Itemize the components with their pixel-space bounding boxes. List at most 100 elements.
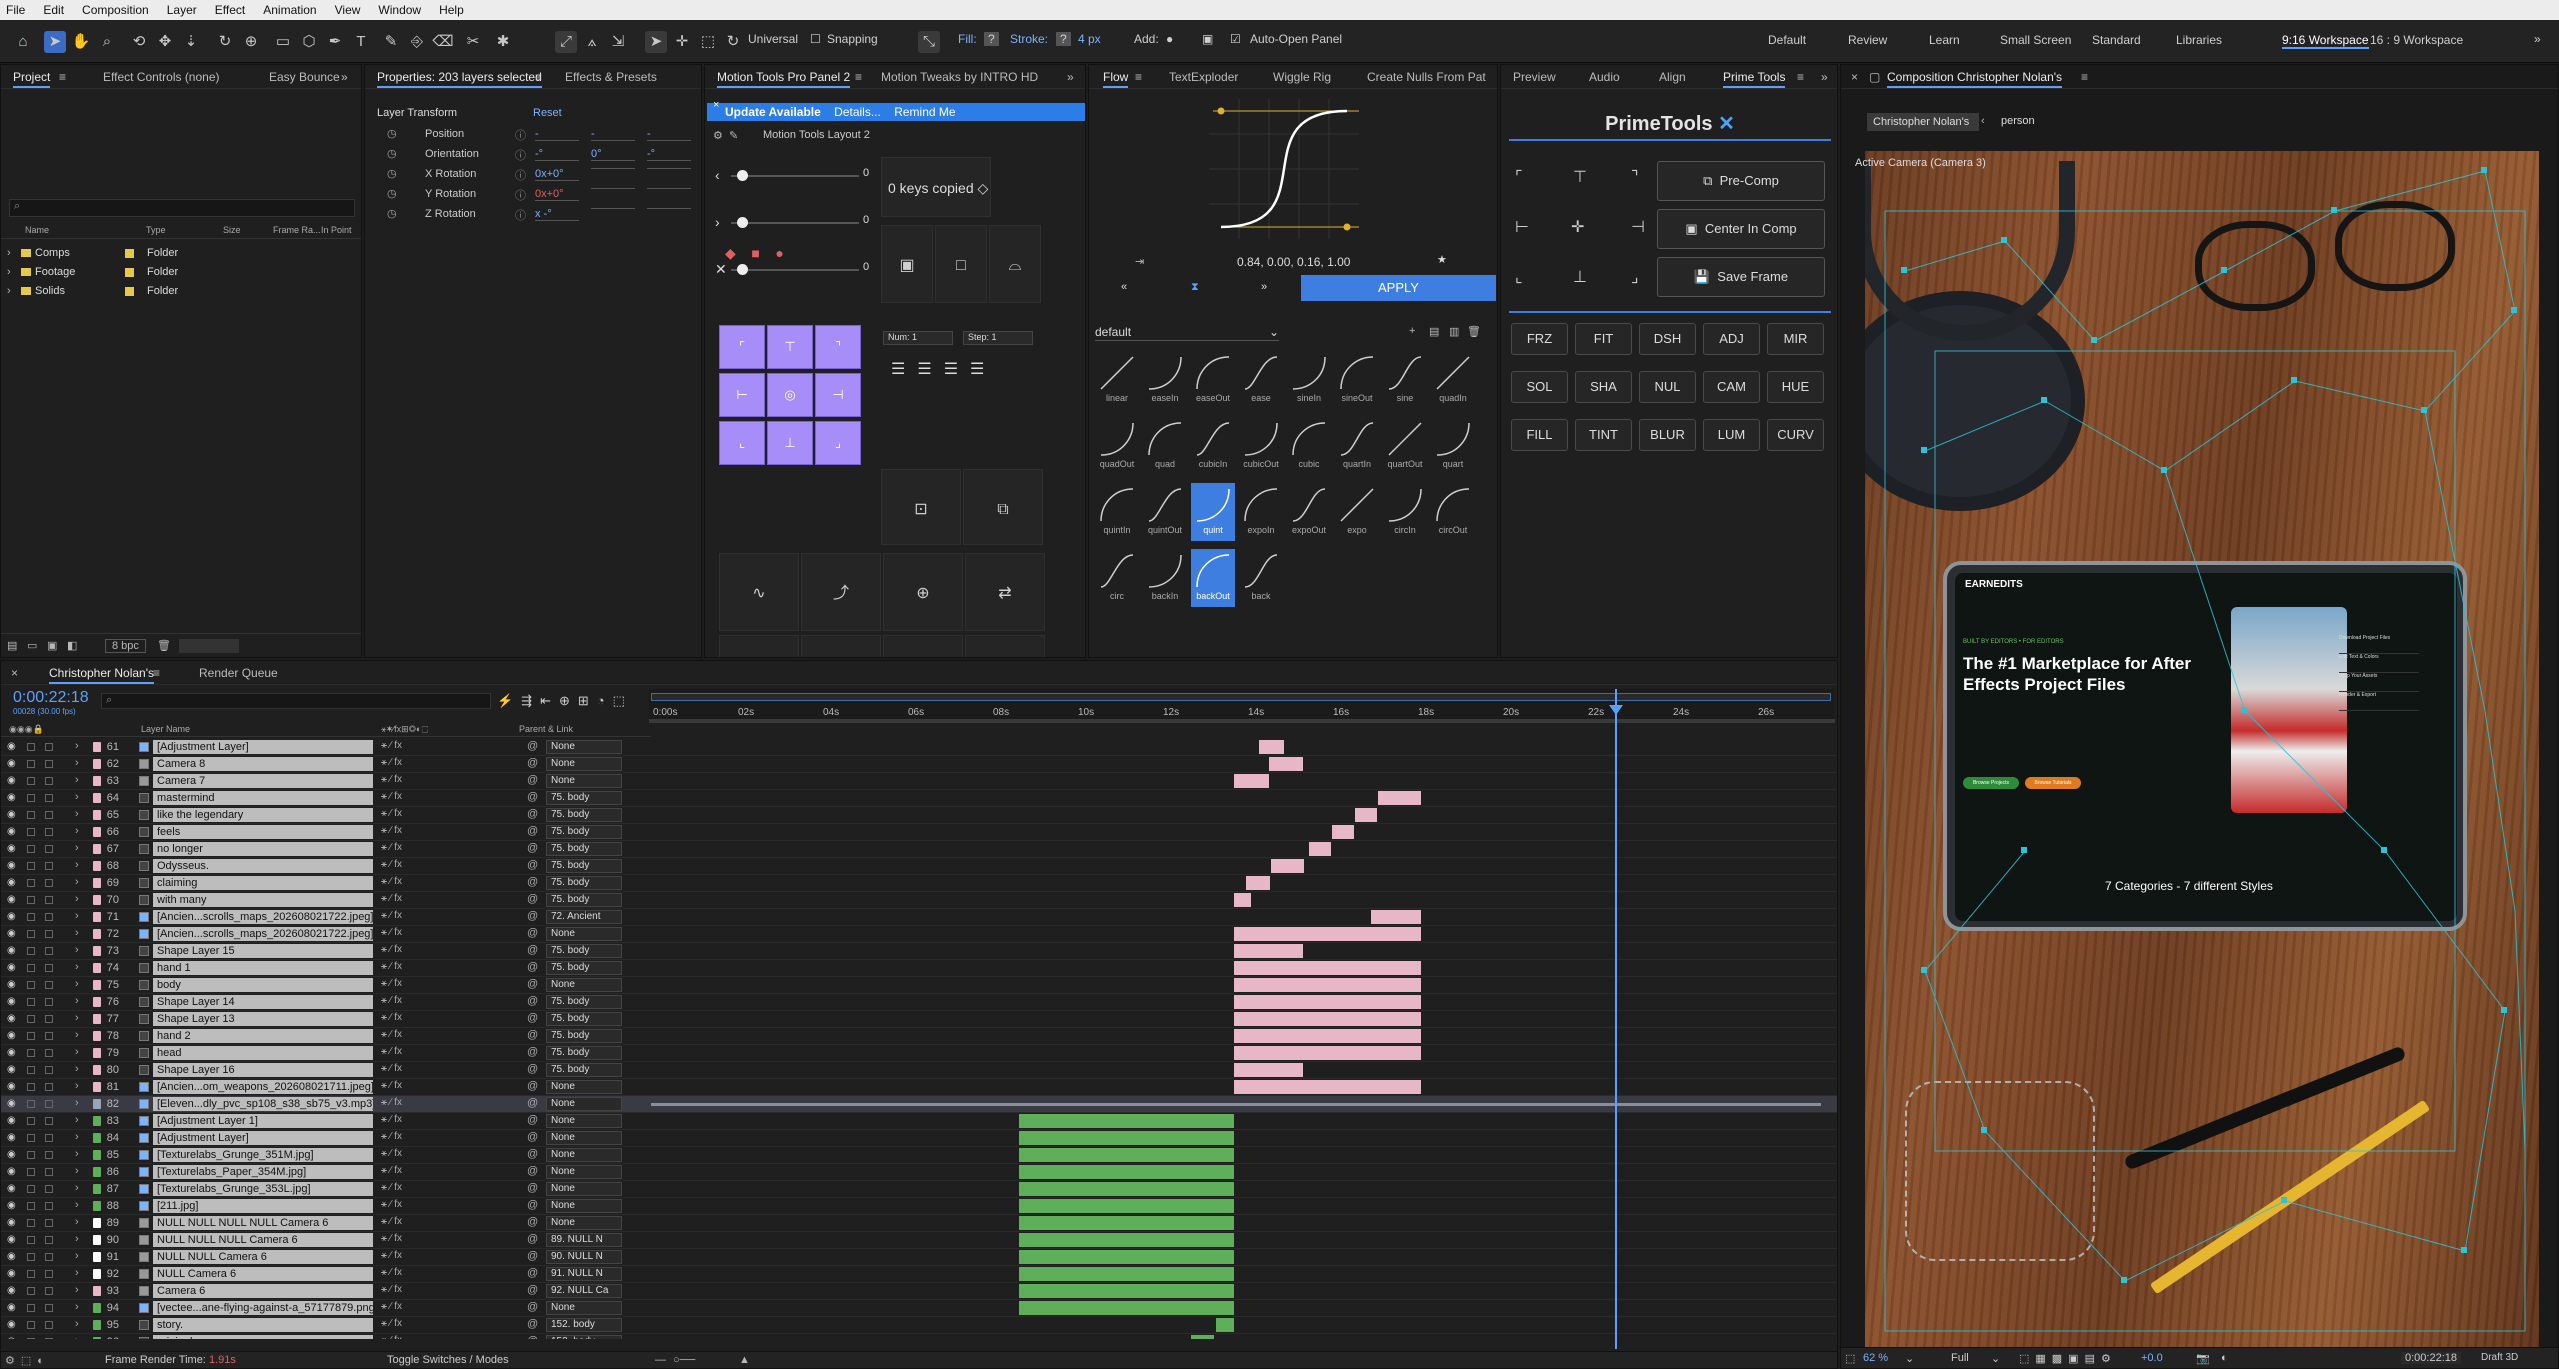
reset-link[interactable]: Reset xyxy=(533,107,562,119)
layer-duration-bar[interactable] xyxy=(1019,1284,1234,1298)
layer-duration-bar[interactable] xyxy=(1309,842,1331,856)
panel-overflow-icon[interactable]: » xyxy=(1067,70,1074,84)
step-field[interactable]: Step: 1 xyxy=(963,331,1033,345)
layer-switches[interactable]: ⚹ ∕ fx xyxy=(381,1318,491,1332)
table-row[interactable]: ◉ › 61 [Adjustment Layer] ⚹ ∕ fx @ None xyxy=(1,739,1837,756)
slider-track[interactable] xyxy=(731,222,859,224)
twirl-icon[interactable]: › xyxy=(75,910,79,922)
tab-menu-icon[interactable]: ≡ xyxy=(2081,70,2088,84)
menu-effect[interactable]: Effect xyxy=(215,3,245,17)
visibility-icon[interactable]: ◉ xyxy=(7,775,16,786)
layer-switches[interactable]: ⚹ ∕ fx xyxy=(381,961,491,975)
parent-select[interactable]: None xyxy=(546,1165,622,1179)
layer-name[interactable]: [Texturelabs_Grunge_351M.jpg] xyxy=(153,1148,373,1162)
trash-icon[interactable]: 🗑 xyxy=(157,639,171,652)
property-value-v2[interactable]: - xyxy=(591,128,635,141)
twirl-icon[interactable]: › xyxy=(75,791,79,803)
table-row[interactable]: ◉ › 87 [Texturelabs_Grunge_353L.jpg] ⚹ ∕ fx @… xyxy=(1,1181,1837,1198)
layer-switches[interactable]: ⚹ ∕ fx xyxy=(381,876,491,890)
twirl-icon[interactable]: › xyxy=(75,859,79,871)
zoom-tool-icon[interactable]: ⌕ xyxy=(96,31,118,53)
lock-icon[interactable] xyxy=(45,930,53,938)
layer-switches[interactable]: ⚹ ∕ fx xyxy=(381,1182,491,1196)
view-axis-icon[interactable]: ⇲ xyxy=(607,31,629,53)
parent-select[interactable]: 75. body xyxy=(546,859,622,873)
slider-knob[interactable] xyxy=(737,170,748,181)
panel-icon[interactable]: ▣ xyxy=(1202,32,1213,46)
table-row[interactable]: ◉ › 85 [Texturelabs_Grunge_351M.jpg] ⚹ ∕ fx @… xyxy=(1,1147,1837,1164)
parent-select[interactable]: None xyxy=(546,757,622,771)
prime-btn-nul[interactable]: NUL xyxy=(1639,371,1696,403)
property-value-v2[interactable] xyxy=(591,188,635,189)
puppet-tool-icon[interactable]: ✱ xyxy=(492,31,514,53)
property-value-v1[interactable]: - xyxy=(535,128,579,141)
layer-row[interactable]: ◉ › 82 [Eleven...dly_pvc_sp108_s38_sb75_v3.… xyxy=(1,1096,629,1113)
home-icon[interactable]: ⌂ xyxy=(12,31,34,53)
parent-select[interactable]: None xyxy=(546,1216,622,1230)
layer-duration-bar[interactable] xyxy=(1355,808,1377,822)
layer-switches[interactable]: ⚹ ∕ fx xyxy=(381,1097,491,1111)
align-mr-icon[interactable]: ⊣ xyxy=(1631,217,1645,237)
bpc-button[interactable]: 8 bpc xyxy=(105,639,146,653)
solo-icon[interactable] xyxy=(27,1185,35,1193)
auto-open-checkbox[interactable]: ☑ xyxy=(1230,32,1241,46)
layer-duration-bar[interactable] xyxy=(1216,1318,1234,1332)
solo-icon[interactable] xyxy=(27,1083,35,1091)
selection-tool-icon[interactable]: ➤ xyxy=(44,31,66,53)
property-value-v3[interactable] xyxy=(647,188,691,189)
table-row[interactable]: ◉ › 93 Camera 6 ⚹ ∕ fx @92. NULL Ca xyxy=(1,1283,1837,1300)
layer-switches[interactable]: ⚹ ∕ fx xyxy=(381,910,491,924)
project-item[interactable]: › Footage Folder xyxy=(1,264,361,283)
layer-switches[interactable]: ⚹ ∕ fx xyxy=(381,1063,491,1077)
twirl-icon[interactable]: › xyxy=(75,1046,79,1058)
layer-switches[interactable]: ⚹ ∕ fx xyxy=(381,1335,491,1339)
table-row[interactable]: ◉ › 66 feels ⚹ ∕ fx @75. body xyxy=(1,824,1837,841)
visibility-icon[interactable]: ◉ xyxy=(7,945,16,956)
folder-icon[interactable]: ▤ xyxy=(1429,325,1439,338)
layer-switches[interactable]: ⚹ ∕ fx xyxy=(381,1114,491,1128)
parent-select[interactable]: 75. body xyxy=(546,825,622,839)
ease-preset-quartIn[interactable]: quartIn xyxy=(1335,417,1379,475)
layer-name[interactable]: [Adjustment Layer] xyxy=(153,1131,373,1145)
visibility-icon[interactable]: ◉ xyxy=(7,1200,16,1211)
col-layer-name[interactable]: Layer Name xyxy=(141,724,190,734)
exposure-value[interactable]: +0.0 xyxy=(2141,1352,2163,1364)
table-row[interactable]: ◉ › 76 Shape Layer 14 ⚹ ∕ fx @75. body xyxy=(1,994,1837,1011)
table-row[interactable]: ◉ › 78 hand 2 ⚹ ∕ fx @75. body xyxy=(1,1028,1837,1045)
layer-duration-bar[interactable] xyxy=(1019,1267,1234,1281)
num-field[interactable]: Num: 1 xyxy=(883,331,953,345)
layer-row[interactable]: ◉ › 86 [Texturelabs_Paper_354M.jpg] ⚹ ∕ fx @ N… xyxy=(1,1164,629,1181)
lock-icon[interactable] xyxy=(45,1185,53,1193)
table-row[interactable]: ◉ › 89 NULL NULL NULL NULL Camera 6 ⚹ ∕ fx @ N… xyxy=(1,1215,1837,1232)
lock-icon[interactable] xyxy=(45,743,53,751)
layer-name[interactable]: body xyxy=(153,978,373,992)
zoom-in-icon[interactable]: ▲ xyxy=(739,1354,750,1366)
layer-switches[interactable]: ⚹ ∕ fx xyxy=(381,757,491,771)
table-row[interactable]: ◉ › 82 [Eleven...dly_pvc_sp108_s38_sb75_v3.… xyxy=(1,1096,1837,1113)
close-icon[interactable]: × xyxy=(713,99,719,111)
twirl-icon[interactable]: › xyxy=(75,1199,79,1211)
lock-icon[interactable] xyxy=(45,1304,53,1312)
layer-row[interactable]: ◉ › 94 [vectee...ane-flying-against-a_57177… xyxy=(1,1300,629,1317)
layer-duration-bar[interactable] xyxy=(1191,1335,1214,1339)
lock-icon[interactable] xyxy=(45,1338,53,1339)
twirl-icon[interactable]: › xyxy=(75,1182,79,1194)
tab-timeline-comp[interactable]: Christopher Nolan's xyxy=(49,666,155,684)
workspace-4[interactable]: Standard xyxy=(2092,33,2141,47)
property-value-v1[interactable]: 0x+0° xyxy=(535,168,579,181)
layer-switches[interactable]: ⚹ ∕ fx xyxy=(381,1012,491,1026)
layer-switches[interactable]: ⚹ ∕ fx xyxy=(381,740,491,754)
align-text-icons[interactable]: ☰☰☰☰ xyxy=(891,359,996,379)
timeline-search-input[interactable]: ⌕ xyxy=(101,693,491,709)
label-swatch[interactable] xyxy=(93,1252,101,1262)
motion-slider[interactable]: ✕ 0 xyxy=(713,261,873,308)
prime-btn-cam[interactable]: CAM xyxy=(1703,371,1760,403)
eraser-tool-icon[interactable]: ⌫ xyxy=(432,31,454,53)
ease-preset-backOut[interactable]: backOut xyxy=(1191,549,1235,607)
tab-motion-tools[interactable]: Motion Tools Pro Panel 2 xyxy=(717,70,851,88)
solo-icon[interactable] xyxy=(27,1338,35,1339)
twirl-icon[interactable]: › xyxy=(75,893,79,905)
ease-preset-cubicOut[interactable]: cubicOut xyxy=(1239,417,1283,475)
ease-preset-ease[interactable]: ease xyxy=(1239,351,1283,409)
ease-preset-expo[interactable]: expo xyxy=(1335,483,1379,541)
